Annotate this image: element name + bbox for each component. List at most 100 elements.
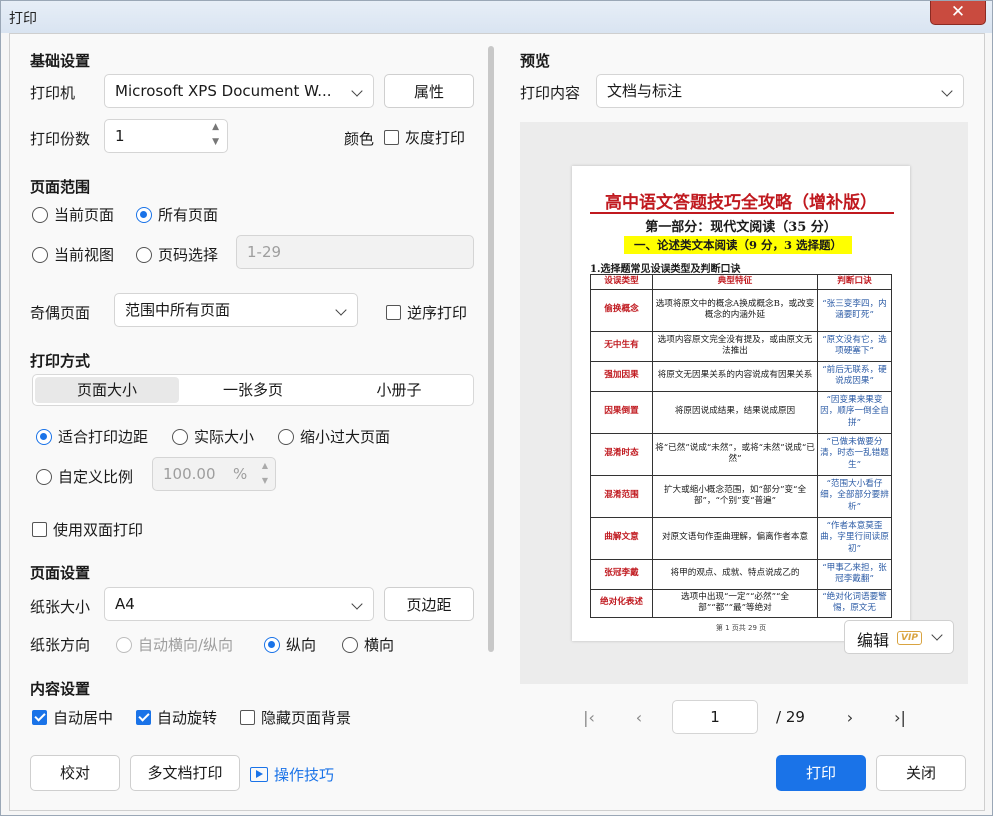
doc-subtitle: 第一部分：现代文阅读（35 分） bbox=[645, 220, 837, 235]
rule-cell: “范围大小看仔细，全部部分要辨析” bbox=[817, 474, 892, 518]
page-select-radio[interactable] bbox=[136, 246, 152, 263]
doc-table-header: 设误类型 典型特征 判断口诀 bbox=[590, 274, 892, 290]
page-range-input[interactable]: 1-29 bbox=[236, 235, 474, 269]
auto-orient-option[interactable]: 自动横向/纵向 bbox=[116, 634, 233, 655]
odd-even-value: 范围中所有页面 bbox=[125, 301, 231, 319]
current-page-option[interactable]: 当前页面 bbox=[32, 204, 114, 225]
duplex-checkbox[interactable] bbox=[32, 522, 47, 537]
shrink-large-option[interactable]: 缩小过大页面 bbox=[278, 426, 390, 447]
scale-input[interactable]: 100.00 % ▲ ▼ bbox=[152, 457, 276, 491]
printer-value: Microsoft XPS Document W... bbox=[115, 82, 332, 100]
portrait-radio[interactable] bbox=[264, 636, 280, 653]
doc-question: 1.选择题常见设误类型及判断口诀 bbox=[590, 264, 741, 275]
fit-margins-option[interactable]: 适合打印边距 bbox=[36, 426, 148, 447]
stepper-down-icon[interactable]: ▼ bbox=[212, 137, 219, 147]
error-type-cell: 强加因果 bbox=[590, 360, 653, 392]
fit-margins-radio[interactable] bbox=[36, 428, 52, 445]
page-select-label: 页码选择 bbox=[158, 246, 219, 264]
reverse-print-option[interactable]: 逆序打印 bbox=[386, 302, 467, 323]
chevron-down-icon bbox=[351, 85, 363, 97]
edit-button[interactable]: 编辑 VIP bbox=[844, 620, 954, 654]
vip-badge: VIP bbox=[897, 631, 922, 645]
current-view-label: 当前视图 bbox=[54, 246, 115, 264]
grayscale-checkbox[interactable] bbox=[384, 130, 399, 145]
doc-header-cell: 典型特征 bbox=[652, 274, 818, 290]
current-view-radio[interactable] bbox=[32, 246, 48, 263]
copies-stepper[interactable]: 1 ▲ ▼ bbox=[104, 119, 228, 153]
rule-cell: “原文没有它，选项硬塞下” bbox=[817, 330, 892, 362]
print-content-select[interactable]: 文档与标注 bbox=[596, 74, 964, 108]
stepper-down-icon[interactable]: ▼ bbox=[262, 476, 268, 485]
grayscale-option[interactable]: 灰度打印 bbox=[384, 127, 465, 148]
printer-select[interactable]: Microsoft XPS Document W... bbox=[104, 74, 374, 108]
all-pages-radio[interactable] bbox=[136, 206, 152, 223]
proofread-button[interactable]: 校对 bbox=[30, 755, 120, 791]
table-row: 无中生有 选项内容原文完全没有提及，或由原文无法推出 “原文没有它，选项硬塞下” bbox=[590, 330, 892, 362]
print-content-value: 文档与标注 bbox=[607, 82, 683, 100]
stepper-up-icon[interactable]: ▲ bbox=[262, 461, 268, 470]
custom-scale-radio[interactable] bbox=[36, 468, 52, 485]
last-page-icon[interactable]: ›| bbox=[888, 708, 912, 727]
close-button[interactable]: 关闭 bbox=[876, 755, 966, 791]
chevron-down-icon bbox=[941, 85, 953, 97]
error-type-cell: 无中生有 bbox=[590, 330, 653, 362]
rule-cell: “作者本意莫歪曲，字里行间读原初” bbox=[817, 516, 892, 560]
actual-size-option[interactable]: 实际大小 bbox=[172, 426, 254, 447]
tab-booklet[interactable]: 小册子 bbox=[327, 377, 471, 403]
paper-size-select[interactable]: A4 bbox=[104, 587, 374, 621]
hide-background-checkbox[interactable] bbox=[240, 710, 255, 725]
auto-orient-radio[interactable] bbox=[116, 636, 132, 653]
page-number-input[interactable]: 1 bbox=[672, 700, 758, 734]
duplex-option[interactable]: 使用双面打印 bbox=[32, 519, 143, 540]
reverse-print-checkbox[interactable] bbox=[386, 305, 401, 320]
current-page-label: 当前页面 bbox=[54, 206, 115, 224]
first-page-icon[interactable]: |‹ bbox=[577, 708, 601, 727]
rule-cell: “张三变李四，内涵要盯死” bbox=[817, 288, 892, 332]
feature-cell: 对原文语句作歪曲理解，偏离作者本意 bbox=[652, 516, 818, 560]
feature-cell: 扩大或缩小概念范围，如“部分”变“全部”，“个别”变“普遍” bbox=[652, 474, 818, 518]
print-content-label: 打印内容 bbox=[520, 84, 581, 102]
doc-table: 设误类型 典型特征 判断口诀 偷换概念 选项将原文中的概念A换成概念B，或改变概… bbox=[590, 274, 892, 618]
current-view-option[interactable]: 当前视图 bbox=[32, 244, 114, 265]
duplex-label: 使用双面打印 bbox=[53, 521, 144, 539]
shrink-large-radio[interactable] bbox=[278, 428, 294, 445]
portrait-option[interactable]: 纵向 bbox=[264, 634, 316, 655]
page-select-option[interactable]: 页码选择 bbox=[136, 244, 218, 265]
doc-header-cell: 设误类型 bbox=[590, 274, 653, 290]
edit-label: 编辑 bbox=[857, 631, 890, 650]
custom-scale-option[interactable]: 自定义比例 bbox=[36, 466, 133, 487]
next-page-icon[interactable]: › bbox=[838, 708, 862, 727]
prev-page-icon[interactable]: ‹ bbox=[627, 708, 651, 727]
window-close-button[interactable]: ✕ bbox=[930, 1, 986, 25]
auto-center-checkbox[interactable] bbox=[32, 710, 47, 725]
auto-center-option[interactable]: 自动居中 bbox=[32, 707, 113, 728]
margins-button[interactable]: 页边距 bbox=[384, 587, 474, 621]
reverse-print-label: 逆序打印 bbox=[407, 304, 468, 322]
page-range-placeholder: 1-29 bbox=[247, 243, 282, 261]
error-type-cell: 偷换概念 bbox=[590, 288, 653, 332]
landscape-radio[interactable] bbox=[342, 636, 358, 653]
left-panel-scrollbar[interactable] bbox=[488, 46, 494, 652]
properties-button[interactable]: 属性 bbox=[384, 74, 474, 108]
auto-rotate-option[interactable]: 自动旋转 bbox=[136, 707, 217, 728]
stepper-up-icon[interactable]: ▲ bbox=[212, 122, 219, 132]
tab-page-size[interactable]: 页面大小 bbox=[35, 377, 179, 403]
current-page-radio[interactable] bbox=[32, 206, 48, 223]
table-row: 混淆时态 将“已然”说成“未然”，或将“未然”说成“已然” “已做未做要分清，时… bbox=[590, 432, 892, 476]
tips-link[interactable]: 操作技巧 bbox=[250, 764, 334, 785]
multi-doc-print-button[interactable]: 多文档打印 bbox=[130, 755, 240, 791]
actual-size-radio[interactable] bbox=[172, 428, 188, 445]
print-button[interactable]: 打印 bbox=[776, 755, 866, 791]
paper-size-value: A4 bbox=[115, 595, 135, 613]
all-pages-option[interactable]: 所有页面 bbox=[136, 204, 218, 225]
landscape-option[interactable]: 横向 bbox=[342, 634, 394, 655]
auto-rotate-checkbox[interactable] bbox=[136, 710, 151, 725]
odd-even-select[interactable]: 范围中所有页面 bbox=[114, 293, 358, 327]
doc-title-rule bbox=[590, 212, 894, 214]
hide-background-option[interactable]: 隐藏页面背景 bbox=[240, 707, 351, 728]
doc-header-cell: 判断口诀 bbox=[817, 274, 892, 290]
error-type-cell: 曲解文意 bbox=[590, 516, 653, 560]
tab-multiple-per-sheet[interactable]: 一张多页 bbox=[181, 377, 325, 403]
error-type-cell: 混淆时态 bbox=[590, 432, 653, 476]
table-row: 张冠李戴 将甲的观点、成就、特点说成乙的 “甲事乙来担，张冠李戴翻” bbox=[590, 558, 892, 590]
